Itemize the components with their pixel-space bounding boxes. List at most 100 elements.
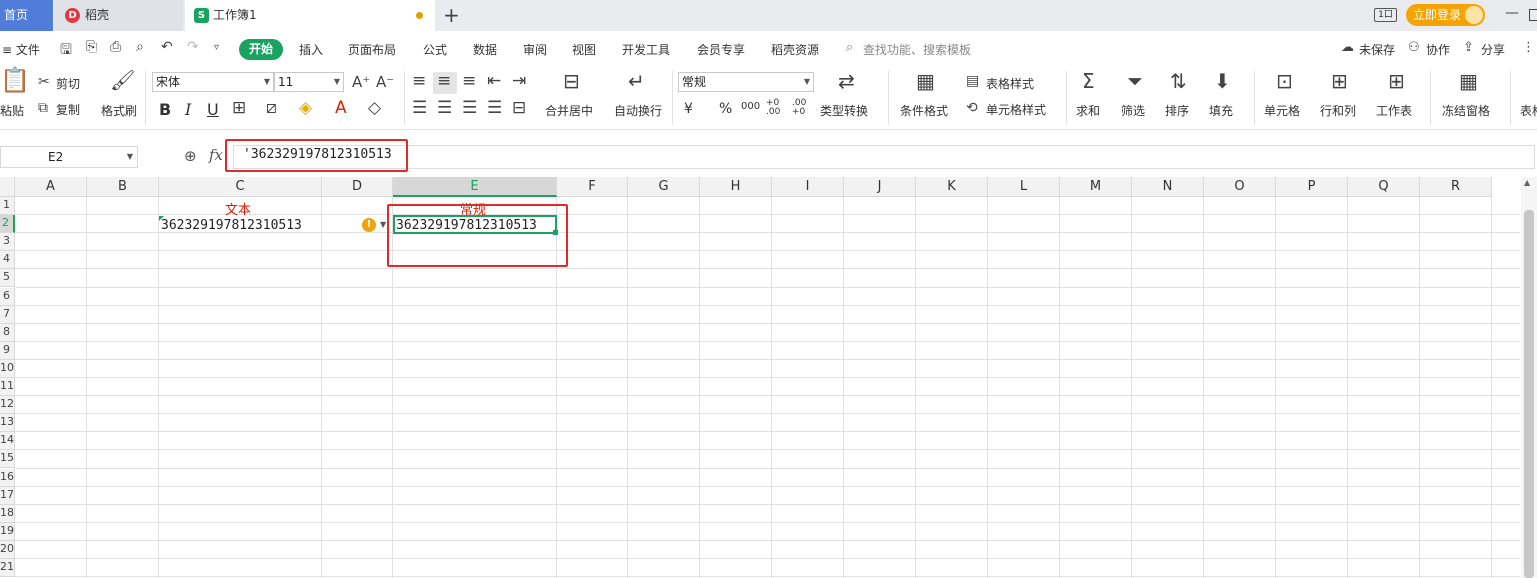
menu-developer[interactable]: 开发工具 (622, 41, 670, 58)
sort-button[interactable]: 排序 (1165, 102, 1189, 119)
percent-button[interactable]: % (719, 101, 732, 117)
cell-button[interactable]: 单元格 (1264, 102, 1300, 119)
formula-input[interactable] (233, 145, 1535, 169)
border-icon[interactable]: ⊞ (232, 100, 246, 117)
freeze-panes-icon[interactable]: ▦ (1459, 71, 1478, 91)
row-header-21[interactable]: 21 (0, 559, 15, 578)
row-header-12[interactable]: 12 (0, 396, 15, 415)
column-header-G[interactable]: G (628, 177, 700, 197)
name-box[interactable]: E2 ▼ (0, 146, 138, 168)
row-header-5[interactable]: 5 (0, 269, 15, 288)
paste-button[interactable]: 粘贴 (0, 102, 24, 119)
row-header-8[interactable]: 8 (0, 323, 15, 342)
column-header-P[interactable]: P (1276, 177, 1348, 197)
thousands-button[interactable]: 000 (741, 101, 760, 112)
row-header-7[interactable]: 7 (0, 305, 15, 324)
column-header-A[interactable]: A (15, 177, 87, 197)
row-header-15[interactable]: 15 (0, 450, 15, 469)
row-header-10[interactable]: 10 (0, 359, 15, 378)
login-button[interactable]: 立即登录 (1406, 4, 1485, 26)
align-right-icon[interactable]: ☰ (462, 100, 477, 117)
tab-workbook[interactable]: S 工作簿1 (185, 0, 435, 31)
row-header-16[interactable]: 16 (0, 468, 15, 487)
share-button[interactable]: 分享 (1481, 41, 1505, 58)
menu-page-layout[interactable]: 页面布局 (348, 41, 396, 58)
format-painter-icon[interactable]: 🖌 (110, 70, 135, 90)
cut-button[interactable]: 剪切 (56, 75, 80, 92)
row-header-18[interactable]: 18 (0, 504, 15, 523)
select-all-corner[interactable] (0, 177, 15, 197)
outdent-icon[interactable]: ⇤ (487, 73, 501, 90)
more-icon[interactable]: ⋮ (1522, 40, 1535, 55)
align-top-icon[interactable]: ≡ (412, 73, 426, 90)
fill-icon[interactable]: ⬇ (1214, 71, 1231, 91)
print-preview-icon[interactable]: ⌕ (136, 39, 144, 55)
menu-member[interactable]: 会员专享 (697, 41, 745, 58)
fill-pattern-icon[interactable]: ⧄ (266, 100, 277, 117)
vertical-scrollbar[interactable]: ▲ (1521, 177, 1537, 578)
copy-icon[interactable]: ⧉ (38, 100, 48, 117)
cell-C2[interactable]: 362329197812310513 (161, 218, 302, 233)
row-header-13[interactable]: 13 (0, 414, 15, 433)
decrease-decimal-button[interactable]: .00 +0 (792, 99, 810, 117)
cell-C1[interactable]: 文本 (225, 199, 251, 218)
print-icon[interactable]: ⎙ (110, 39, 121, 55)
paste-icon[interactable]: 📋 (0, 68, 30, 92)
column-header-E[interactable]: E (393, 177, 557, 197)
row-header-2[interactable]: 2 (0, 215, 15, 234)
merge-center-button[interactable]: 合并居中 (545, 102, 593, 119)
maximize-button[interactable] (1529, 9, 1537, 21)
justify-icon[interactable]: ☰ (487, 100, 502, 117)
rows-cols-icon[interactable]: ⊞ (1331, 71, 1348, 91)
sum-button[interactable]: 求和 (1076, 102, 1100, 119)
quick-access-dropdown-icon[interactable]: ▿ (214, 42, 219, 53)
sum-icon[interactable]: Σ (1082, 71, 1095, 91)
row-header-4[interactable]: 4 (0, 251, 15, 270)
bold-button[interactable]: B (159, 100, 171, 119)
align-left-icon[interactable]: ☰ (412, 100, 427, 117)
fx-icon[interactable]: fx (209, 146, 223, 164)
number-format-select[interactable]: 常规 ▼ (678, 72, 814, 92)
menu-home[interactable]: 开始 (239, 39, 283, 60)
collab-button[interactable]: 协作 (1426, 41, 1450, 58)
column-header-K[interactable]: K (916, 177, 988, 197)
align-middle-icon[interactable]: ≡ (437, 73, 451, 90)
align-center-icon[interactable]: ☰ (437, 100, 452, 117)
wrap-text-button[interactable]: 自动换行 (614, 102, 662, 119)
scroll-up-icon[interactable]: ▲ (1524, 178, 1530, 187)
decrease-font-icon[interactable]: A⁻ (376, 74, 394, 91)
fill-button[interactable]: 填充 (1209, 102, 1233, 119)
font-size-select[interactable]: 11 ▼ (274, 72, 344, 92)
row-header-20[interactable]: 20 (0, 540, 15, 559)
row-header-9[interactable]: 9 (0, 341, 15, 360)
copy-button[interactable]: 复制 (56, 101, 80, 118)
tab-home[interactable]: 首页 (0, 0, 53, 31)
export-icon[interactable]: ⎘ (86, 39, 97, 55)
scrollbar-thumb[interactable] (1524, 210, 1534, 578)
column-header-R[interactable]: R (1420, 177, 1492, 197)
menu-view[interactable]: 视图 (572, 41, 596, 58)
clear-format-icon[interactable]: ◇ (368, 100, 381, 117)
menu-data[interactable]: 数据 (473, 41, 497, 58)
new-tab-button[interactable]: + (443, 3, 460, 27)
underline-button[interactable]: U (207, 100, 219, 119)
column-header-L[interactable]: L (988, 177, 1060, 197)
warning-icon[interactable]: ! (362, 218, 376, 232)
cut-icon[interactable]: ✂ (38, 74, 50, 91)
worksheet-icon[interactable]: ⊞ (1388, 71, 1405, 91)
font-name-select[interactable]: 宋体 ▼ (152, 72, 274, 92)
row-header-14[interactable]: 14 (0, 432, 15, 451)
align-bottom-icon[interactable]: ≡ (462, 73, 476, 90)
indent-icon[interactable]: ⇥ (512, 73, 526, 90)
conditional-format-icon[interactable]: ▦ (916, 71, 935, 91)
column-header-J[interactable]: J (844, 177, 916, 197)
cell-style-icon[interactable]: ⟲ (966, 100, 978, 117)
column-header-C[interactable]: C (159, 177, 322, 197)
italic-button[interactable]: I (185, 100, 191, 119)
cell-icon[interactable]: ⊡ (1276, 71, 1293, 91)
font-color-icon[interactable]: A (335, 100, 347, 117)
type-convert-button[interactable]: 类型转换 (820, 102, 868, 119)
row-header-19[interactable]: 19 (0, 522, 15, 541)
distributed-icon[interactable]: ⊟ (512, 100, 526, 117)
row-header-1[interactable]: 1 (0, 197, 15, 216)
